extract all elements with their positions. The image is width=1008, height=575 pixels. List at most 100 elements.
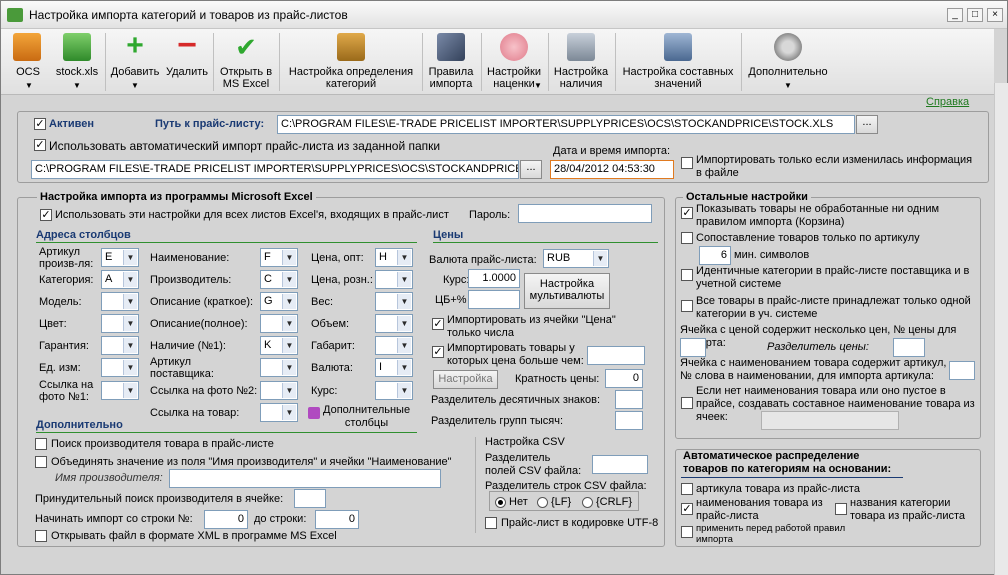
currency-select[interactable]: RUB ▼ <box>543 249 609 268</box>
csv-lf-radio[interactable] <box>537 497 548 508</box>
column-letter-select[interactable]: ▼ <box>375 381 413 400</box>
column-letter-value: E <box>105 251 113 263</box>
maximize-button[interactable]: □ <box>967 8 983 22</box>
apply-before-checkbox[interactable] <box>681 526 693 538</box>
toolbar-category-def-button[interactable]: Настройка определения категорий <box>281 29 421 95</box>
price-multiple-input[interactable]: 0 <box>605 369 643 388</box>
toolbar-stock-button[interactable]: stock.xls ▼ <box>51 29 103 95</box>
cb-input[interactable] <box>468 290 520 309</box>
toolbar-add-button[interactable]: + Добавить ▼ <box>107 29 163 95</box>
close-button[interactable]: × <box>987 8 1003 22</box>
search-maker-checkbox[interactable] <box>35 438 47 450</box>
csv-field-sep-input[interactable] <box>592 455 648 474</box>
toolbar-rules-button[interactable]: Правила импорта <box>423 29 479 95</box>
active-checkbox[interactable]: ✓ <box>34 118 46 130</box>
all-sheets-checkbox[interactable]: ✓ <box>40 209 52 221</box>
folder-browse-button[interactable]: ... <box>520 160 542 179</box>
thousands-separator-input[interactable] <box>615 411 643 430</box>
chevron-down-icon: ▼ <box>593 251 607 266</box>
help-link[interactable]: Справка <box>926 96 969 108</box>
column-letter-select[interactable]: F ▼ <box>260 248 298 267</box>
column-letter-select[interactable]: ▼ <box>260 314 298 333</box>
datetime-input[interactable]: 28/04/2012 04:53:30 <box>550 160 674 179</box>
min-chars-input[interactable]: 6 <box>699 246 731 265</box>
compound-name-checkbox[interactable] <box>681 397 693 409</box>
import-price-numbers-checkbox[interactable]: ✓ <box>432 318 444 330</box>
extra-columns-link[interactable]: Дополнительные столбцы <box>323 404 410 430</box>
csv-none-radio[interactable] <box>495 497 506 508</box>
column-letter-select[interactable]: ▼ <box>101 314 139 333</box>
column-letter-select[interactable]: ▼ <box>101 292 139 311</box>
start-row-input[interactable]: 0 <box>204 510 248 529</box>
password-input[interactable] <box>518 204 652 223</box>
chevron-down-icon: ▼ <box>123 272 137 287</box>
apply-before-label: применить перед работой правил импорта <box>696 523 846 545</box>
csv-crlf-radio[interactable] <box>582 497 593 508</box>
by-article-checkbox[interactable] <box>681 483 693 495</box>
single-category-checkbox[interactable] <box>681 300 693 312</box>
chevron-down-icon: ▼ <box>397 250 411 265</box>
auto-import-checkbox[interactable]: ✓ <box>34 139 46 151</box>
csv-field-sep-label: Разделитель полей CSV файла: <box>485 452 582 477</box>
compound-name-input[interactable] <box>761 411 899 430</box>
column-letter-select[interactable]: K ▼ <box>260 336 298 355</box>
folder-input[interactable]: C:\PROGRAM FILES\E-TRADE PRICELIST IMPOR… <box>31 160 519 179</box>
toolbar-delete-button[interactable]: − Удалить <box>163 28 211 95</box>
dropdown-arrow-icon: ▼ <box>73 81 81 90</box>
toolbar-compound-button[interactable]: Настройка составных значений <box>616 29 740 95</box>
path-input[interactable]: C:\PROGRAM FILES\E-TRADE PRICELIST IMPOR… <box>277 115 855 134</box>
column-letter-select[interactable]: ▼ <box>260 358 298 377</box>
price-settings-button[interactable]: Настройка <box>433 370 498 389</box>
forced-search-input[interactable] <box>294 489 326 508</box>
column-letter-select[interactable]: ▼ <box>101 381 139 400</box>
column-letter-select[interactable]: G ▼ <box>260 292 298 311</box>
identical-cats-checkbox[interactable] <box>681 269 693 281</box>
by-category-name-checkbox[interactable] <box>835 503 847 515</box>
toolbar-label: Открыть в MS Excel <box>219 66 273 90</box>
merge-checkbox[interactable] <box>35 456 47 468</box>
match-article-checkbox[interactable] <box>681 232 693 244</box>
toolbar-label: Удалить <box>166 66 208 78</box>
xml-checkbox[interactable] <box>35 530 47 542</box>
price-greater-input[interactable] <box>587 346 645 365</box>
utf8-checkbox[interactable] <box>485 517 497 529</box>
show-unprocessed-checkbox[interactable]: ✓ <box>681 207 693 219</box>
column-letter-select[interactable]: ▼ <box>101 336 139 355</box>
toolbar-open-excel-button[interactable]: ✔ Открыть в MS Excel <box>215 29 277 95</box>
column-letter-select[interactable]: E ▼ <box>101 248 139 267</box>
only-changed-checkbox[interactable] <box>681 157 693 169</box>
column-letter-select[interactable]: A ▼ <box>101 270 139 289</box>
toolbar: OCS ▼ stock.xls ▼ + Добавить ▼ − Удалить… <box>1 28 994 95</box>
column-letter-select[interactable]: ▼ <box>260 381 298 400</box>
by-name-checkbox[interactable]: ✓ <box>681 503 693 515</box>
word-number-input[interactable] <box>949 361 975 380</box>
import-greater-checkbox[interactable]: ✓ <box>432 346 444 358</box>
price-number-input[interactable] <box>680 338 706 357</box>
column-letter-select[interactable]: ▼ <box>375 270 413 289</box>
csv-none-label: Нет <box>509 496 528 508</box>
maker-name-input[interactable] <box>169 469 441 488</box>
path-browse-button[interactable]: ... <box>856 115 878 134</box>
column-letter-select[interactable]: I ▼ <box>375 358 413 377</box>
vertical-scrollbar[interactable] <box>994 83 1008 575</box>
toolbar-label: Правила импорта <box>428 66 474 90</box>
toolbar-ocs-button[interactable]: OCS ▼ <box>7 29 49 95</box>
to-row-input[interactable]: 0 <box>315 510 359 529</box>
decimal-separator-input[interactable] <box>615 390 643 409</box>
column-letter-select[interactable]: ▼ <box>375 336 413 355</box>
utf8-label: Прайс-лист в кодировке UTF-8 <box>501 517 659 529</box>
column-letter-select[interactable]: ▼ <box>375 292 413 311</box>
toolbar-more-button[interactable]: Дополнительно ▼ <box>742 29 834 95</box>
min-chars-label: мин. символов <box>734 249 810 261</box>
column-letter-select[interactable]: ▼ <box>375 314 413 333</box>
minimize-button[interactable]: _ <box>947 8 963 22</box>
column-letter-select[interactable]: C ▼ <box>260 270 298 289</box>
column-letter-select[interactable]: ▼ <box>260 403 298 422</box>
multicurrency-button[interactable]: Настройка мультивалюты <box>524 273 610 309</box>
rate-input[interactable]: 1.0000 <box>468 269 520 288</box>
column-letter-select[interactable]: ▼ <box>101 358 139 377</box>
toolbar-markup-button[interactable]: Настройки наценки ▼ <box>482 29 546 95</box>
column-letter-select[interactable]: H ▼ <box>375 248 413 267</box>
price-separator-input[interactable] <box>893 338 925 357</box>
toolbar-availability-button[interactable]: Настройка наличия <box>549 29 613 95</box>
